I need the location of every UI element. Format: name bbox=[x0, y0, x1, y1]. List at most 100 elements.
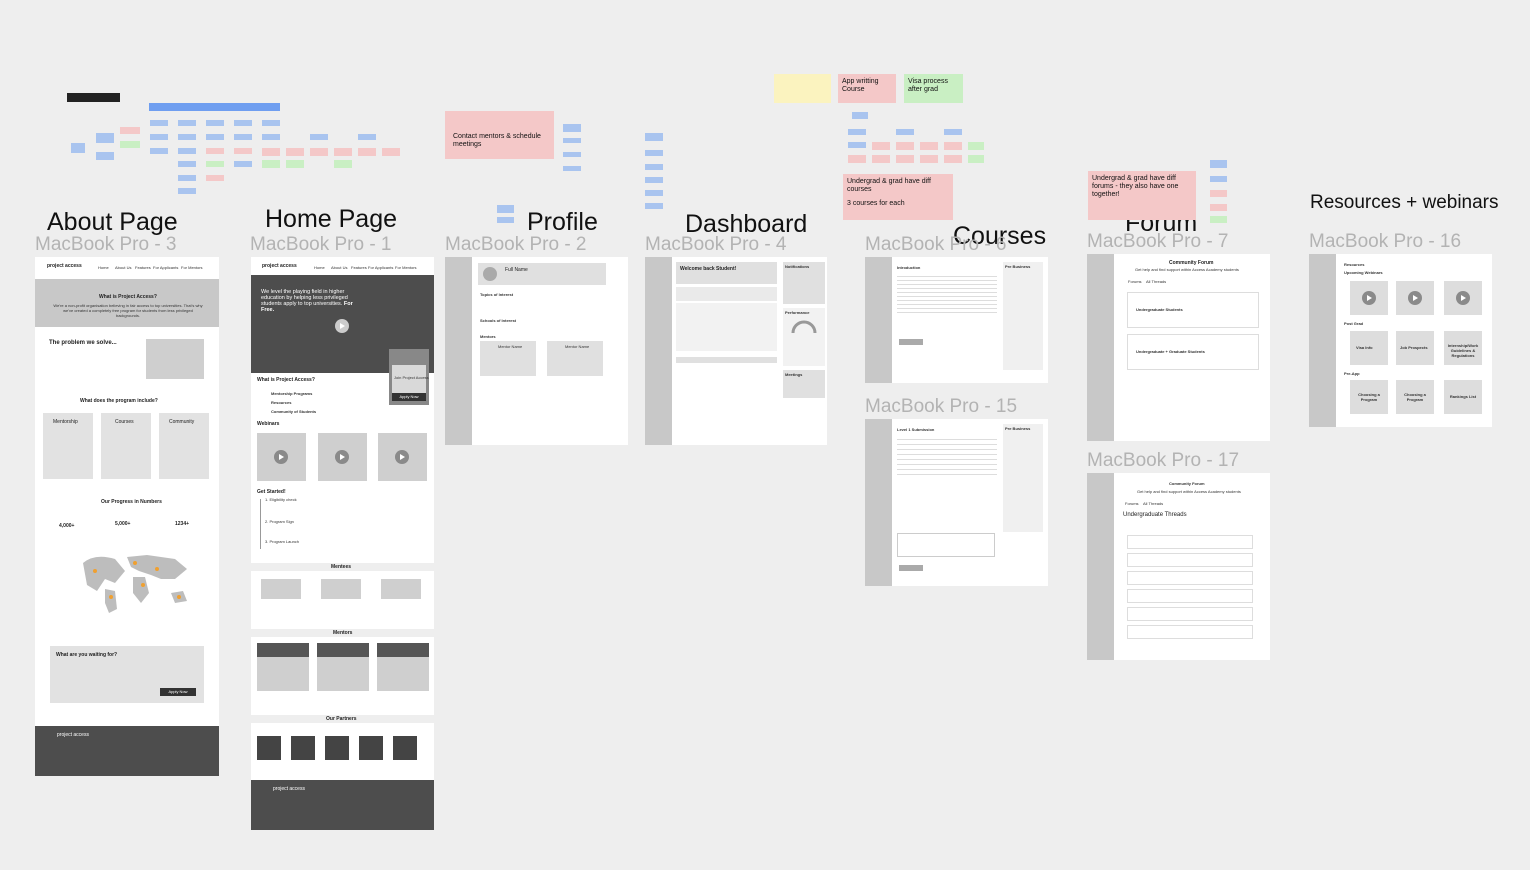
dashboard-gauge bbox=[791, 320, 817, 334]
resources-tile-choosing-2[interactable]: Choosing a Program bbox=[1396, 380, 1434, 414]
home-step-1: 1. Eligibility check bbox=[265, 497, 297, 502]
dashboard-performance: Performance bbox=[783, 308, 825, 366]
resources-tile-choosing-1-label: Choosing a Program bbox=[1358, 392, 1380, 402]
forum2-thread-3[interactable] bbox=[1127, 571, 1253, 585]
about-card-community-label: Community bbox=[169, 419, 195, 425]
about-footer-logo: project access bbox=[57, 732, 89, 738]
home-webinar-3[interactable] bbox=[378, 433, 427, 481]
home-webinar-1[interactable] bbox=[257, 433, 306, 481]
forum-frame: Community Forum Get help and find suppor… bbox=[1087, 254, 1270, 441]
frame-label-about: MacBook Pro - 3 bbox=[35, 234, 177, 255]
forum2-thread-5[interactable] bbox=[1127, 607, 1253, 621]
about-problem-title: The problem we solve... bbox=[49, 340, 117, 346]
resources-webinar-2[interactable] bbox=[1396, 281, 1434, 315]
profile-avatar bbox=[483, 267, 497, 281]
home-join-card: Join Project Access Apply Now bbox=[389, 349, 429, 405]
home-step-3: 3. Program Launch bbox=[265, 539, 300, 544]
dashboard-list-bottom bbox=[676, 357, 777, 363]
home-nav-mentors[interactable]: For Mentors bbox=[395, 265, 417, 270]
courses-intro: Introduction bbox=[897, 265, 921, 270]
forum2-tab-forums[interactable]: Forums bbox=[1125, 501, 1139, 506]
forum-tab-threads[interactable]: All Threads bbox=[1146, 279, 1166, 284]
frame-label-dashboard: MacBook Pro - 4 bbox=[645, 234, 787, 255]
forum2-thread-1[interactable] bbox=[1127, 535, 1253, 549]
resources-tile-rankings[interactable]: Rankings List bbox=[1444, 380, 1482, 414]
frame-label-forum: MacBook Pro - 7 bbox=[1087, 231, 1229, 252]
about-frame: project access Home About Us Features Fo… bbox=[35, 257, 219, 776]
home-hero-text-main: We level the playing field in higher edu… bbox=[261, 289, 348, 307]
resources-tile-visa[interactable]: Visa Info bbox=[1350, 331, 1388, 365]
home-apply-button[interactable]: Apply Now bbox=[392, 393, 426, 401]
forum2-thread-4[interactable] bbox=[1127, 589, 1253, 603]
dashboard-welcome: Welcome back Student! bbox=[680, 266, 737, 272]
resources-tile-internship[interactable]: Internship/Work Guidelines & Regulations bbox=[1444, 331, 1482, 365]
about-card-mentorship-label: Mentorship bbox=[53, 419, 78, 425]
profile-full-name: Full Name bbox=[505, 267, 528, 273]
forum-tab-forums[interactable]: Forums bbox=[1128, 279, 1142, 284]
resources-tile-choosing-2-label: Choosing a Program bbox=[1404, 392, 1426, 402]
profile-topics: Topics of Interest bbox=[480, 292, 514, 297]
home-hero-text: We level the playing field in higher edu… bbox=[261, 289, 356, 313]
forum2-tab-threads[interactable]: All Threads bbox=[1143, 501, 1163, 506]
home-hero-play-icon[interactable] bbox=[335, 319, 349, 333]
resources-webinar-1-play-icon[interactable] bbox=[1362, 291, 1376, 305]
resources-webinar-3-play-icon[interactable] bbox=[1456, 291, 1470, 305]
dashboard-progress bbox=[676, 287, 777, 301]
resources-webinar-2-play-icon[interactable] bbox=[1408, 291, 1422, 305]
forum-sidebar bbox=[1087, 254, 1114, 441]
home-mentor-card-1 bbox=[257, 643, 309, 691]
resources-tile-jobs[interactable]: Job Prospects bbox=[1396, 331, 1434, 365]
forum-item-both[interactable]: Undergraduate + Graduate Students bbox=[1127, 334, 1259, 370]
about-world-map bbox=[83, 555, 187, 613]
resources-tile-rankings-label: Rankings List bbox=[1449, 394, 1477, 399]
about-nav-mentors[interactable]: For Mentors bbox=[181, 265, 203, 270]
home-webinar-2[interactable] bbox=[318, 433, 367, 481]
forum2-thread-6[interactable] bbox=[1127, 625, 1253, 639]
frame-label-resources: MacBook Pro - 16 bbox=[1309, 231, 1462, 252]
home-webinars-title: Webinars bbox=[257, 421, 280, 427]
resources-tile-internship-label: Internship/Work Guidelines & Regulations bbox=[1447, 343, 1479, 358]
resources-frame: Resources Upcoming Webinars Post Grad Vi… bbox=[1309, 254, 1492, 427]
courses2-answer-field[interactable] bbox=[897, 533, 995, 557]
home-what-title: What is Project Access? bbox=[257, 377, 315, 383]
resources-webinar-1[interactable] bbox=[1350, 281, 1388, 315]
about-apply-button[interactable]: Apply Now bbox=[160, 688, 196, 696]
about-footer: project access bbox=[35, 726, 219, 776]
about-program-title: What does the program include? bbox=[80, 398, 158, 404]
forum2-thread-2[interactable] bbox=[1127, 553, 1253, 567]
home-webinar-1-play-icon[interactable] bbox=[274, 450, 288, 464]
profile-mentor-card-1: Mentor Name bbox=[480, 341, 536, 376]
home-mentee-3 bbox=[381, 579, 421, 599]
courses2-submit-button[interactable] bbox=[899, 565, 923, 571]
about-cta-box: What are you waiting for? Apply Now bbox=[50, 646, 204, 703]
forum-item-undergrad[interactable]: Undergraduate Students bbox=[1127, 292, 1259, 328]
about-logo: project access bbox=[47, 263, 82, 269]
home-footer-logo: project access bbox=[273, 786, 305, 792]
home-partner-2 bbox=[291, 736, 315, 760]
about-nav-about[interactable]: About Us bbox=[115, 265, 131, 270]
about-nav-features[interactable]: Features bbox=[135, 265, 151, 270]
courses-frame: Introduction Pre Business bbox=[865, 257, 1048, 383]
resources-title-text: Resources bbox=[1344, 262, 1365, 267]
home-list-1: Mentorship Programs bbox=[271, 391, 313, 396]
profile-mentor-name-1: Mentor Name bbox=[498, 344, 523, 349]
about-nav-applicants[interactable]: For Applicants bbox=[153, 265, 178, 270]
about-nav-home[interactable]: Home bbox=[98, 265, 109, 270]
about-stat-3: 1234+ bbox=[175, 521, 190, 527]
home-nav-home[interactable]: Home bbox=[314, 265, 325, 270]
resources-webinar-3[interactable] bbox=[1444, 281, 1482, 315]
home-webinar-2-play-icon[interactable] bbox=[335, 450, 349, 464]
profile-mentor-name-2: Mentor Name bbox=[565, 344, 590, 349]
sticky-undergrad-courses-line1: Undergrad & grad have diff courses bbox=[847, 178, 931, 193]
home-nav-about[interactable]: About Us bbox=[331, 265, 347, 270]
home-frame: project access Home About Us Features Fo… bbox=[251, 257, 434, 830]
home-nav-applicants[interactable]: For Applicants bbox=[368, 265, 393, 270]
dashboard-notifications-title: Notifications bbox=[785, 264, 810, 269]
resources-tile-choosing-1[interactable]: Choosing a Program bbox=[1350, 380, 1388, 414]
home-nav-features[interactable]: Features bbox=[351, 265, 367, 270]
home-mentee-2 bbox=[321, 579, 361, 599]
about-hero-text: We're a non-profit organisation believin… bbox=[53, 303, 203, 318]
courses-next-button[interactable] bbox=[899, 339, 923, 345]
home-join-text: Join Project Access bbox=[394, 375, 429, 380]
home-webinar-3-play-icon[interactable] bbox=[395, 450, 409, 464]
